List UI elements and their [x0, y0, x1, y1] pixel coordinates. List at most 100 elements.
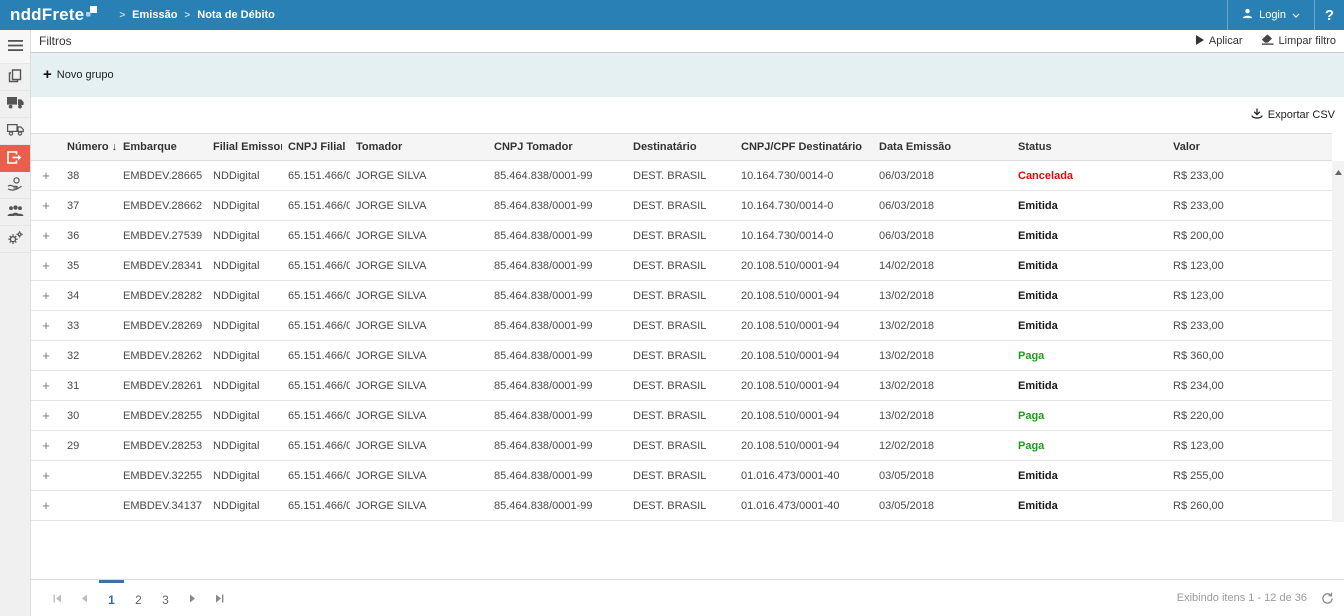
- sidebar-item-truck[interactable]: [0, 91, 30, 118]
- first-page-button[interactable]: [45, 580, 70, 616]
- cell-cnpj-filial: 65.151.466/000...: [282, 431, 350, 461]
- cell-filial-emissora: NDDigital: [207, 491, 282, 521]
- cell-cnpj-filial: 65.151.466/000...: [282, 371, 350, 401]
- column-header-cnpj-cpf-destinatario[interactable]: CNPJ/CPF Destinatário: [735, 134, 873, 161]
- table-row[interactable]: + 31 EMBDEV.28261 NDDigital 65.151.466/0…: [31, 371, 1332, 401]
- cell-cnpj-tomador: 85.464.838/0001-99: [488, 281, 627, 311]
- column-header-tomador[interactable]: Tomador: [350, 134, 488, 161]
- grid-area: Número↓ Embarque Filial Emissora CNPJ Fi…: [31, 133, 1344, 579]
- new-group-button[interactable]: + Novo grupo: [43, 69, 114, 81]
- table-scrollbar[interactable]: [1332, 161, 1344, 522]
- column-header-embarque[interactable]: Embarque: [117, 134, 207, 161]
- cell-numero: 38: [61, 161, 117, 191]
- expand-row-button[interactable]: +: [42, 438, 50, 453]
- table-header: Número↓ Embarque Filial Emissora CNPJ Fi…: [31, 134, 1332, 161]
- last-page-button[interactable]: [207, 580, 232, 616]
- sidebar-item-emission[interactable]: [0, 145, 30, 172]
- table-row[interactable]: + 38 EMBDEV.28665 NDDigital 65.151.466/0…: [31, 161, 1332, 191]
- table-row[interactable]: + 33 EMBDEV.28269 NDDigital 65.151.466/0…: [31, 311, 1332, 341]
- cell-numero: [61, 491, 117, 521]
- column-header-numero[interactable]: Número↓: [61, 134, 117, 161]
- table-row[interactable]: + 36 EMBDEV.27539 NDDigital 65.151.466/0…: [31, 221, 1332, 251]
- cell-destinatario: DEST. BRASIL: [627, 491, 735, 521]
- column-header-filial-emissora[interactable]: Filial Emissora: [207, 134, 282, 161]
- expand-row-button[interactable]: +: [42, 168, 50, 183]
- column-header-data-emissao[interactable]: Data Emissão: [873, 134, 1012, 161]
- table-row[interactable]: + 34 EMBDEV.28282 NDDigital 65.151.466/0…: [31, 281, 1332, 311]
- table-row[interactable]: + 29 EMBDEV.28253 NDDigital 65.151.466/0…: [31, 431, 1332, 461]
- pagination-bar: 1 2 3 Exibindo itens 1 - 12 de 36: [31, 579, 1344, 616]
- cell-cnpj-filial: 65.151.466/000...: [282, 491, 350, 521]
- pager-page[interactable]: 3: [153, 580, 178, 616]
- column-header-status[interactable]: Status: [1012, 134, 1167, 161]
- sidebar-item-billing[interactable]: [0, 172, 30, 199]
- cell-embarque: EMBDEV.27539: [117, 221, 207, 251]
- column-header-valor[interactable]: Valor: [1167, 134, 1332, 161]
- sidebar-item-menu[interactable]: [0, 30, 30, 64]
- cell-numero: 35: [61, 251, 117, 281]
- cell-filial-emissora: NDDigital: [207, 251, 282, 281]
- gears-icon: [7, 231, 23, 248]
- column-header-cnpj-filial[interactable]: CNPJ Filial: [282, 134, 350, 161]
- breadcrumb-item-nota-de-debito[interactable]: Nota de Débito: [197, 9, 275, 21]
- expand-row-button[interactable]: +: [42, 258, 50, 273]
- new-group-label: Novo grupo: [57, 69, 114, 81]
- clear-filter-button[interactable]: Limpar filtro: [1261, 34, 1336, 48]
- cell-valor: R$ 123,00: [1167, 431, 1332, 461]
- cell-valor: R$ 255,00: [1167, 461, 1332, 491]
- cell-destinatario: DEST. BRASIL: [627, 461, 735, 491]
- pager-page[interactable]: 1: [99, 580, 124, 616]
- expand-row-button[interactable]: +: [42, 318, 50, 333]
- sidebar-item-delivery[interactable]: [0, 118, 30, 145]
- cell-embarque: EMBDEV.34137: [117, 491, 207, 521]
- app-logo-text: nddFrete: [10, 5, 84, 25]
- sidebar-item-settings[interactable]: [0, 226, 30, 253]
- sidebar-item-users[interactable]: [0, 199, 30, 226]
- expand-row-button[interactable]: +: [42, 198, 50, 213]
- next-page-button[interactable]: [180, 580, 205, 616]
- expand-row-button[interactable]: +: [42, 468, 50, 483]
- cell-numero: 36: [61, 221, 117, 251]
- cell-cnpj-tomador: 85.464.838/0001-99: [488, 311, 627, 341]
- cell-data-emissao: 14/02/2018: [873, 251, 1012, 281]
- column-header-destinatario[interactable]: Destinatário: [627, 134, 735, 161]
- cell-cnpj-tomador: 85.464.838/0001-99: [488, 341, 627, 371]
- previous-page-button[interactable]: [72, 580, 97, 616]
- expand-row-button[interactable]: +: [42, 228, 50, 243]
- expand-row-button[interactable]: +: [42, 348, 50, 363]
- sidebar-item-documents[interactable]: [0, 64, 30, 91]
- table-row[interactable]: + EMBDEV.34137 NDDigital 65.151.466/000.…: [31, 491, 1332, 521]
- table-row[interactable]: + EMBDEV.32255 NDDigital 65.151.466/000.…: [31, 461, 1332, 491]
- cell-numero: 32: [61, 341, 117, 371]
- column-header-cnpj-tomador[interactable]: CNPJ Tomador: [488, 134, 627, 161]
- plus-icon: +: [43, 69, 52, 81]
- refresh-button[interactable]: [1321, 592, 1334, 605]
- breadcrumb-item-emissao[interactable]: Emissão: [132, 9, 177, 21]
- cell-valor: R$ 234,00: [1167, 371, 1332, 401]
- expand-row-button[interactable]: +: [42, 288, 50, 303]
- table-row[interactable]: + 30 EMBDEV.28255 NDDigital 65.151.466/0…: [31, 401, 1332, 431]
- expand-row-button[interactable]: +: [42, 498, 50, 513]
- cell-valor: R$ 123,00: [1167, 251, 1332, 281]
- cell-filial-emissora: NDDigital: [207, 461, 282, 491]
- cell-embarque: EMBDEV.28261: [117, 371, 207, 401]
- status-badge: Emitida: [1012, 221, 1167, 251]
- cell-destinatario: DEST. BRASIL: [627, 281, 735, 311]
- expand-row-button[interactable]: +: [42, 408, 50, 423]
- cell-cnpj-cpf-destinatario: 20.108.510/0001-94: [735, 251, 873, 281]
- apply-filter-button[interactable]: Aplicar: [1195, 35, 1243, 48]
- login-button[interactable]: Login: [1227, 0, 1314, 30]
- pager-page[interactable]: 2: [126, 580, 151, 616]
- table-row[interactable]: + 32 EMBDEV.28262 NDDigital 65.151.466/0…: [31, 341, 1332, 371]
- column-header-expand: [31, 134, 61, 161]
- export-row: Exportar CSV: [31, 97, 1344, 133]
- help-button[interactable]: ?: [1314, 0, 1344, 30]
- cell-tomador: JORGE SILVA: [350, 161, 488, 191]
- scroll-up-icon[interactable]: [1335, 164, 1342, 178]
- sort-desc-icon: ↓: [112, 141, 117, 153]
- table-row[interactable]: + 35 EMBDEV.28341 NDDigital 65.151.466/0…: [31, 251, 1332, 281]
- export-csv-button[interactable]: Exportar CSV: [1251, 108, 1335, 123]
- table-row[interactable]: + 37 EMBDEV.28662 NDDigital 65.151.466/0…: [31, 191, 1332, 221]
- expand-row-button[interactable]: +: [42, 378, 50, 393]
- status-badge: Paga: [1012, 401, 1167, 431]
